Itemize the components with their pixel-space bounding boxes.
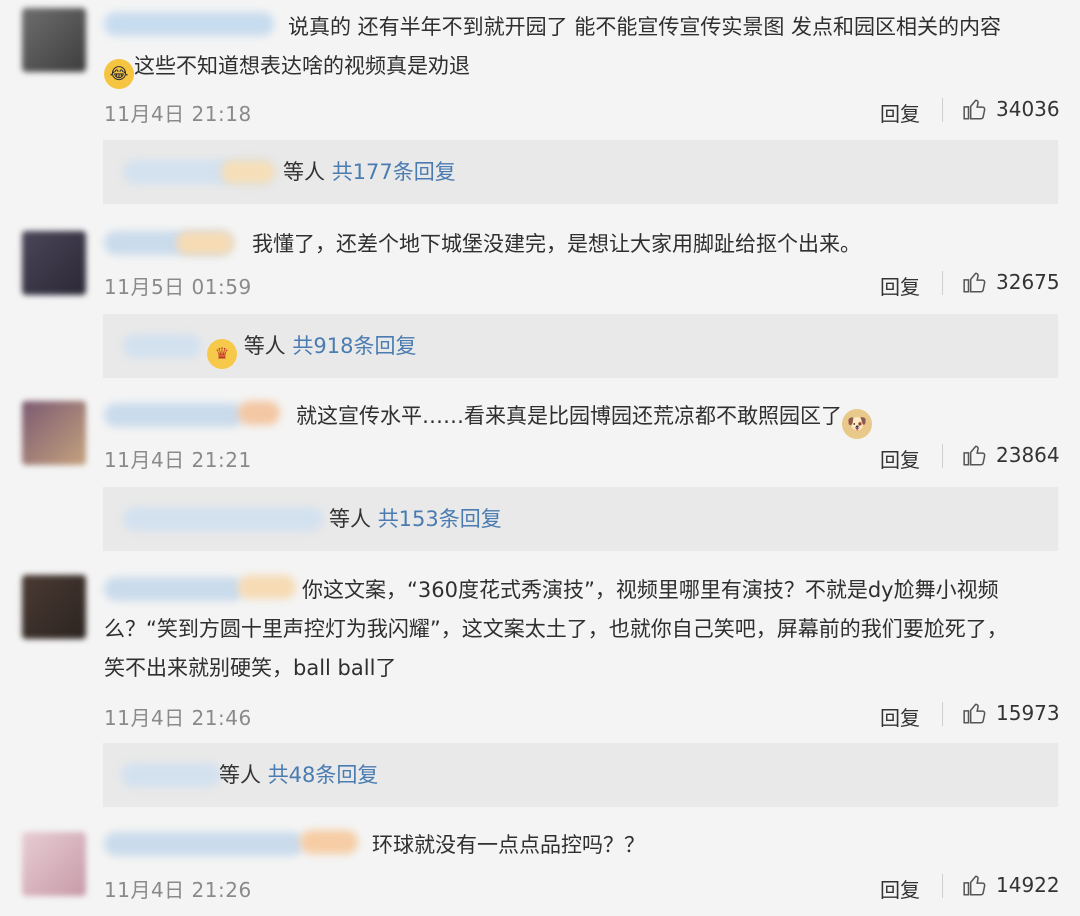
reply-count-link[interactable]: 共177条回复 bbox=[332, 160, 456, 184]
like-count: 23864 bbox=[996, 443, 1060, 467]
doge-emoji-icon: 🐶 bbox=[842, 409, 872, 439]
divider bbox=[942, 271, 943, 295]
reply-button[interactable]: 回复 bbox=[880, 874, 920, 903]
reply-button[interactable]: 回复 bbox=[880, 444, 920, 473]
thumbs-up-icon bbox=[963, 875, 986, 896]
reply-user-blurred bbox=[123, 507, 323, 531]
divider bbox=[942, 98, 943, 122]
reply-button[interactable]: 回复 bbox=[880, 271, 920, 300]
comment-time: 11月4日 21:46 bbox=[104, 706, 252, 730]
like-button[interactable]: 15973 bbox=[962, 700, 1060, 726]
thumbs-up-icon bbox=[963, 99, 986, 120]
sub-replies[interactable]: 等人 共177条回复 bbox=[103, 140, 1058, 204]
like-count: 32675 bbox=[996, 270, 1060, 294]
thumbs-up-icon bbox=[963, 445, 986, 466]
sub-replies[interactable]: 等人 共153条回复 bbox=[103, 487, 1058, 551]
comment-time: 11月5日 01:59 bbox=[104, 275, 252, 299]
comment-text: 环球就没有一点点品控吗？？ bbox=[372, 833, 645, 857]
avatar[interactable] bbox=[22, 832, 86, 896]
like-button[interactable]: 34036 bbox=[962, 96, 1060, 122]
thumbs-up-icon bbox=[963, 703, 986, 724]
reply-count-link[interactable]: 共48条回复 bbox=[268, 763, 379, 787]
reply-count-link[interactable]: 共153条回复 bbox=[378, 507, 502, 531]
like-button[interactable]: 14922 bbox=[962, 872, 1060, 898]
avatar[interactable] bbox=[22, 401, 86, 465]
thumbs-up-icon bbox=[963, 272, 986, 293]
comment-text: 我懂了，还差个地下城堡没建完，是想让大家用脚趾给抠个出来。 bbox=[252, 232, 861, 256]
sub-reply-summary: 等人 共177条回复 bbox=[283, 160, 456, 184]
laugh-cry-emoji-icon: 😂 bbox=[104, 59, 134, 89]
comment-text: 就这宣传水平……看来真是比园博园还荒凉都不敢照园区了 🐶 bbox=[104, 397, 1054, 439]
like-count: 15973 bbox=[996, 701, 1060, 725]
divider bbox=[942, 702, 943, 726]
comment-text: 说真的 还有半年不到就开园了 能不能宣传宣传实景图 发点和园区相关的内容 😂 这些… bbox=[104, 8, 1054, 89]
reply-count-link[interactable]: 共918条回复 bbox=[292, 334, 416, 358]
sub-reply-summary: ♛ 等人 共918条回复 bbox=[207, 330, 416, 369]
avatar[interactable] bbox=[22, 575, 86, 639]
reply-button[interactable]: 回复 bbox=[880, 702, 920, 731]
sub-reply-summary: 等人 共48条回复 bbox=[219, 763, 379, 787]
like-button[interactable]: 32675 bbox=[962, 269, 1060, 295]
like-button[interactable]: 23864 bbox=[962, 442, 1060, 468]
like-count: 14922 bbox=[996, 873, 1060, 897]
comment-text: 你这文案，“360度花式秀演技”，视频里哪里有演技？不就是dy尬舞小视频 么？“… bbox=[104, 578, 1008, 680]
comment-time: 11月4日 21:26 bbox=[104, 878, 252, 902]
avatar[interactable] bbox=[22, 8, 86, 72]
reply-user-blurred bbox=[121, 763, 221, 787]
crown-badge-icon: ♛ bbox=[207, 339, 237, 369]
reply-button[interactable]: 回复 bbox=[880, 98, 920, 127]
sub-replies[interactable]: ♛ 等人 共918条回复 bbox=[103, 314, 1058, 378]
sub-reply-summary: 等人 共153条回复 bbox=[329, 507, 502, 531]
divider bbox=[942, 444, 943, 468]
comment-time: 11月4日 21:18 bbox=[104, 102, 252, 126]
divider bbox=[942, 874, 943, 898]
avatar[interactable] bbox=[22, 231, 86, 295]
comment-time: 11月4日 21:21 bbox=[104, 448, 252, 472]
like-count: 34036 bbox=[996, 97, 1060, 121]
reply-user-blurred bbox=[123, 334, 201, 358]
reply-badge-blurred bbox=[221, 160, 275, 184]
sub-replies[interactable]: 等人 共48条回复 bbox=[103, 743, 1058, 807]
